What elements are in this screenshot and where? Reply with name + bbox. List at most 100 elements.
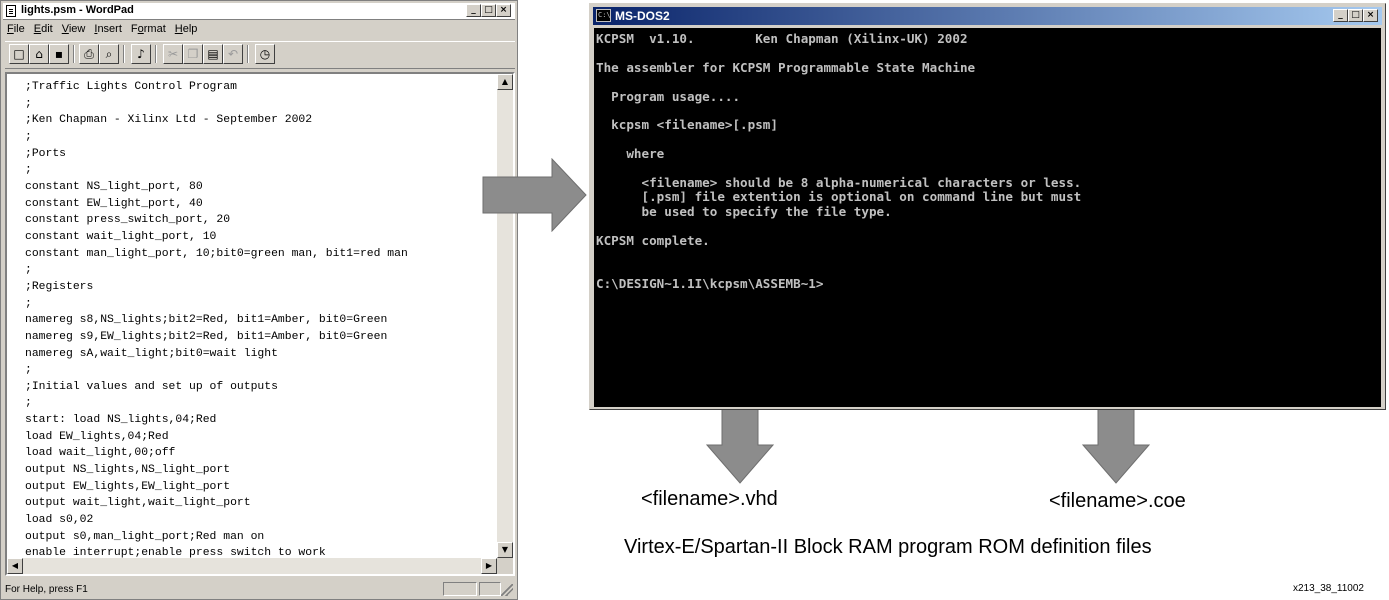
msdos-title: MS-DOS2 bbox=[615, 9, 670, 23]
console-line: The assembler for KCPSM Programmable Sta… bbox=[596, 59, 976, 75]
console-line: kcpsm <filename>[.psm] bbox=[596, 117, 778, 133]
code-line: output EW_lights,EW_light_port bbox=[25, 480, 231, 493]
code-line: constant press_switch_port, 20 bbox=[25, 214, 231, 227]
right-arrow-icon bbox=[482, 158, 587, 232]
menu-item[interactable]: Format bbox=[127, 21, 171, 38]
menu-item[interactable]: Edit bbox=[30, 21, 58, 38]
print-icon[interactable]: ⎙ bbox=[79, 44, 99, 64]
console-line: KCPSM complete. bbox=[596, 232, 710, 248]
code-line: namereg s9,EW_lights;bit2=Red, bit1=Ambe… bbox=[25, 330, 388, 343]
console-line: <filename> should be 8 alpha-numerical c… bbox=[596, 175, 1082, 191]
scroll-left-icon[interactable]: ◀ bbox=[7, 558, 23, 574]
console-output: KCPSM v1.10. Ken Chapman (Xilinx-UK) 200… bbox=[596, 31, 1082, 291]
minimize-button[interactable]: _ bbox=[466, 4, 481, 17]
insert-datetime-icon[interactable]: ◷ bbox=[255, 44, 275, 64]
code-line: ; bbox=[25, 130, 32, 143]
code-line: ;Registers bbox=[25, 280, 94, 293]
code-line: ;Traffic Lights Control Program bbox=[25, 81, 237, 93]
code-line: ; bbox=[25, 297, 32, 310]
code-line: constant man_light_port, 10;bit0=green m… bbox=[25, 247, 408, 260]
console-line: Program usage.... bbox=[596, 88, 741, 104]
code-line: start: load NS_lights,04;Red bbox=[25, 414, 217, 427]
msdos-title-bar[interactable]: C:\ MS-DOS2 _ □ × bbox=[593, 7, 1382, 25]
console-line: [.psm] file extention is optional on com… bbox=[596, 189, 1082, 205]
code-line: load wait_light,00;off bbox=[25, 447, 176, 460]
paste-icon[interactable]: ▤ bbox=[203, 44, 223, 64]
code-line: ;Initial values and set up of outputs bbox=[25, 380, 278, 393]
wordpad-title: lights.psm - WordPad bbox=[21, 4, 134, 16]
toolbar-separator bbox=[123, 45, 125, 63]
vertical-scrollbar[interactable]: ▲ ▼ bbox=[497, 74, 513, 558]
menu-item[interactable]: Help bbox=[171, 21, 203, 38]
code-line: ; bbox=[25, 364, 32, 377]
toolbar-separator bbox=[73, 45, 75, 63]
rom-definition-caption: Virtex-E/Spartan-II Block RAM program RO… bbox=[624, 536, 1152, 558]
status-pane bbox=[479, 582, 501, 596]
find-icon[interactable]: ♪ bbox=[131, 44, 151, 64]
code-line: constant EW_light_port, 40 bbox=[25, 197, 203, 210]
open-icon[interactable]: ⌂ bbox=[29, 44, 49, 64]
code-line: constant NS_light_port, 80 bbox=[25, 180, 203, 193]
scroll-right-icon[interactable]: ▶ bbox=[481, 558, 497, 574]
maximize-button[interactable]: □ bbox=[481, 4, 496, 17]
wordpad-toolbar: □ ⌂ ▪ ⎙ ⌕ ♪ ✂ ❐ ▤ ↶ ◷ bbox=[5, 41, 515, 69]
code-line: output wait_light,wait_light_port bbox=[25, 497, 251, 510]
code-line: output NS_lights,NS_light_port bbox=[25, 464, 231, 477]
code-line: ; bbox=[25, 97, 32, 110]
scroll-up-icon[interactable]: ▲ bbox=[497, 74, 513, 90]
wordpad-menu-bar: File Edit View Insert Format Help bbox=[3, 21, 515, 38]
wordpad-window: lights.psm - WordPad _ □ × File Edit View I… bbox=[0, 0, 518, 600]
code-line: constant wait_light_port, 10 bbox=[25, 230, 217, 243]
close-button[interactable]: × bbox=[496, 4, 511, 17]
code-line: load EW_lights,04;Red bbox=[25, 430, 169, 443]
scroll-down-icon[interactable]: ▼ bbox=[497, 542, 513, 558]
code-line: namereg s8,NS_lights;bit2=Red, bit1=Ambe… bbox=[25, 314, 388, 327]
document-editor[interactable]: ;Traffic Lights Control Program; ;Ken Cha… bbox=[5, 72, 515, 576]
print-preview-icon[interactable]: ⌕ bbox=[99, 44, 119, 64]
code-line: ; bbox=[25, 264, 32, 277]
save-icon[interactable]: ▪ bbox=[49, 44, 69, 64]
code-line: ;Ports bbox=[25, 147, 67, 160]
scrollbar-corner bbox=[497, 558, 513, 574]
coe-file-label: <filename>.coe bbox=[1049, 490, 1186, 512]
toolbar-separator bbox=[247, 45, 249, 63]
document-icon bbox=[6, 5, 16, 17]
status-text: For Help, press F1 bbox=[5, 584, 88, 595]
copy-icon[interactable]: ❐ bbox=[183, 44, 203, 64]
wordpad-title-bar[interactable]: lights.psm - WordPad _ □ × bbox=[3, 3, 515, 20]
status-bar: For Help, press F1 bbox=[3, 580, 515, 598]
menu-item[interactable]: Insert bbox=[90, 21, 127, 38]
console-line: where bbox=[596, 146, 665, 162]
console-screen[interactable]: KCPSM v1.10. Ken Chapman (Xilinx-UK) 200… bbox=[594, 28, 1381, 407]
horizontal-scrollbar[interactable]: ◀ ▶ bbox=[7, 558, 497, 574]
maximize-button[interactable]: □ bbox=[1348, 9, 1363, 22]
code-line: namereg sA,wait_light;bit0=wait light bbox=[25, 347, 278, 360]
cut-icon[interactable]: ✂ bbox=[163, 44, 183, 64]
code-line: ; bbox=[25, 164, 32, 177]
status-pane bbox=[443, 582, 477, 596]
minimize-button[interactable]: _ bbox=[1333, 9, 1348, 22]
new-icon[interactable]: □ bbox=[9, 44, 29, 64]
figure-id: x213_38_11002 bbox=[1293, 583, 1364, 594]
code-line: ; bbox=[25, 397, 32, 410]
code-text-area[interactable]: ;Traffic Lights Control Program; ;Ken Cha… bbox=[25, 79, 495, 563]
console-line: be used to specify the file type. bbox=[596, 203, 892, 219]
console-line: KCPSM v1.10. Ken Chapman (Xilinx-UK) 200… bbox=[596, 31, 968, 46]
resize-grip-icon[interactable] bbox=[501, 584, 513, 596]
toolbar-separator bbox=[155, 45, 157, 63]
msdos-icon: C:\ bbox=[596, 9, 611, 22]
vhd-file-label: <filename>.vhd bbox=[641, 488, 778, 510]
code-line: ;Ken Chapman - Xilinx Ltd - September 20… bbox=[25, 114, 313, 127]
close-button[interactable]: × bbox=[1363, 9, 1378, 22]
menu-item[interactable]: View bbox=[58, 21, 91, 38]
menu-item[interactable]: File bbox=[3, 21, 30, 38]
undo-icon[interactable]: ↶ bbox=[223, 44, 243, 64]
console-line: C:\DESIGN~1.1I\kcpsm\ASSEMB~1> bbox=[596, 275, 824, 291]
